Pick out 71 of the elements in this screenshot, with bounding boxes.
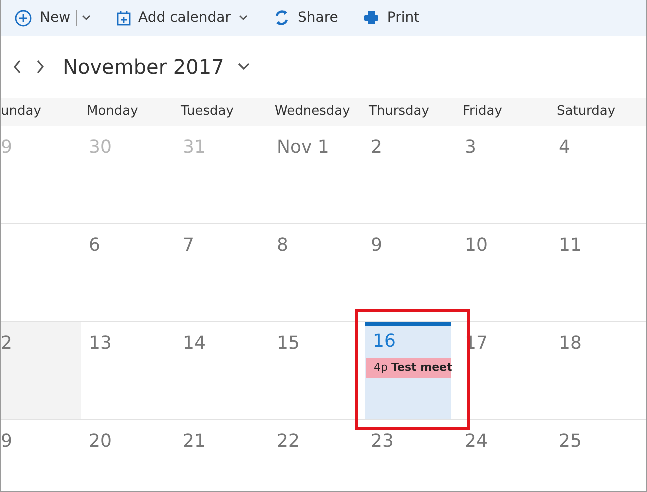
day-cell[interactable]: 10 <box>457 224 551 321</box>
toolbar-button[interactable]: New <box>15 8 91 28</box>
day-cell[interactable]: 18 <box>551 322 646 419</box>
day-number: Nov 1 <box>277 137 330 159</box>
weekday-label: Wednesday <box>275 104 350 120</box>
weekday-label: Monday <box>87 104 138 120</box>
day-cell[interactable]: 3 <box>457 126 551 223</box>
day-number: 9 <box>1 431 12 453</box>
day-cell[interactable]: 9 <box>1 420 81 491</box>
plus-circle-icon <box>15 10 32 26</box>
day-number: 13 <box>89 333 112 355</box>
day-number: 15 <box>277 333 300 355</box>
next-icon[interactable] <box>36 60 45 74</box>
weekday-label: Friday <box>463 104 502 120</box>
day-cell[interactable]: 21 <box>175 420 269 491</box>
chevron-down-icon[interactable] <box>238 63 250 71</box>
day-number: 3 <box>465 137 476 159</box>
toolbar-button[interactable]: Print <box>364 8 420 28</box>
day-cell[interactable]: 2 <box>363 126 457 223</box>
weekday-label: Tuesday <box>181 104 234 120</box>
share-icon <box>274 10 290 26</box>
day-number: 9 <box>1 137 12 159</box>
previous-icon[interactable] <box>13 60 22 74</box>
day-number: 7 <box>183 235 194 257</box>
day-number: 11 <box>559 235 582 257</box>
month-title[interactable]: November 2017 <box>63 52 224 82</box>
weekday-label: Saturday <box>557 104 616 120</box>
toolbar-button[interactable]: Add calendar <box>116 8 248 28</box>
day-cell[interactable]: 22 <box>269 420 363 491</box>
day-number: 14 <box>183 333 206 355</box>
day-cell[interactable]: 2 <box>1 322 81 419</box>
calendar-add-icon <box>116 10 131 26</box>
toolbar-button[interactable]: Share <box>274 8 338 28</box>
day-number: 4 <box>559 137 570 159</box>
day-cell[interactable]: 13 <box>81 322 175 419</box>
day-number: 2 <box>371 137 382 159</box>
day-cell[interactable]: 14 <box>175 322 269 419</box>
day-number: 16 <box>373 331 396 353</box>
day-number: 18 <box>559 333 582 355</box>
day-number: 8 <box>277 235 288 257</box>
day-cell[interactable]: 15 <box>269 322 363 419</box>
day-cell[interactable]: 16 4p Test meet <box>365 322 451 419</box>
day-number: 25 <box>559 431 582 453</box>
chevron-down-icon <box>82 15 91 21</box>
day-number: 22 <box>277 431 300 453</box>
day-cell[interactable]: 4 <box>551 126 646 223</box>
day-cell[interactable]: 24 <box>457 420 551 491</box>
day-cell[interactable]: 9 <box>363 224 457 321</box>
day-number: 10 <box>465 235 488 257</box>
day-cell[interactable]: 6 <box>81 224 175 321</box>
day-number: 21 <box>183 431 206 453</box>
day-cell[interactable]: Nov 1 <box>269 126 363 223</box>
day-cell[interactable]: 20 <box>81 420 175 491</box>
day-number: 31 <box>183 137 206 159</box>
weekday-label: Thursday <box>369 104 430 120</box>
printer-icon <box>364 11 380 25</box>
day-number: 20 <box>89 431 112 453</box>
chevron-down-icon <box>238 15 248 21</box>
day-cell[interactable]: 7 <box>175 224 269 321</box>
day-cell[interactable]: 8 <box>269 224 363 321</box>
day-cell[interactable]: 11 <box>551 224 646 321</box>
weekday-label: unday <box>1 104 42 120</box>
day-number: 24 <box>465 431 488 453</box>
day-cell[interactable]: 23 <box>363 420 457 491</box>
day-number: 30 <box>89 137 112 159</box>
day-number: 6 <box>89 235 100 257</box>
day-cell[interactable]: 25 <box>551 420 646 491</box>
day-number: 2 <box>1 333 12 355</box>
event-chip[interactable]: 4p Test meet <box>366 358 451 378</box>
day-number: 9 <box>371 235 382 257</box>
day-number: 23 <box>371 431 394 453</box>
